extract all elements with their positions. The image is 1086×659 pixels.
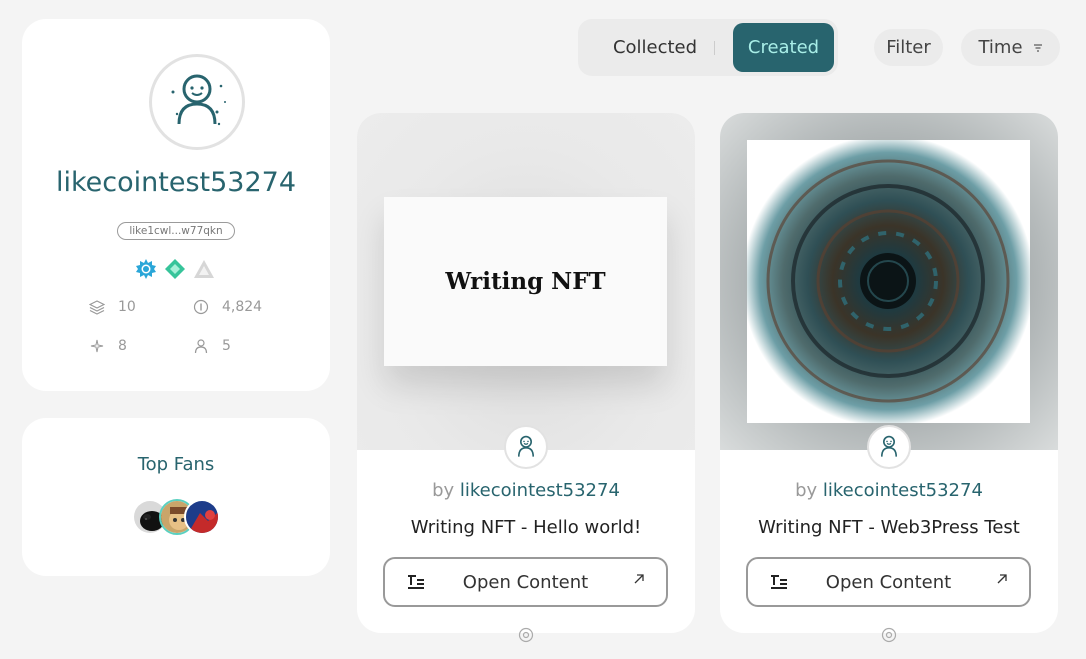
document-icon — [407, 573, 425, 595]
triangle-badge-icon[interactable] — [193, 258, 215, 280]
filter-label: Filter — [886, 37, 931, 58]
nft-artwork-image — [747, 140, 1030, 423]
nft-title: Writing NFT - Hello world! — [410, 517, 642, 538]
document-icon — [770, 573, 788, 595]
stat-collections-value: 10 — [118, 299, 136, 315]
profile-username: likecointest53274 — [55, 167, 296, 198]
owner-link[interactable]: likecointest53274 — [823, 480, 983, 501]
tab-divider — [714, 41, 715, 55]
coin-icon — [192, 298, 210, 316]
nft-by-line: by likecointest53274 — [720, 480, 1058, 501]
owner-link[interactable]: likecointest53274 — [460, 480, 620, 501]
sparkle-icon — [88, 337, 106, 355]
owner-avatar[interactable] — [867, 425, 911, 469]
sun-badge-icon[interactable] — [135, 258, 157, 280]
open-content-label: Open Content — [462, 571, 589, 593]
stat-value-amount: 4,824 — [222, 299, 263, 315]
top-fans-card: Top Fans — [22, 418, 330, 576]
nft-footer-icon — [518, 627, 534, 643]
stat-followers: 5 — [192, 337, 231, 355]
owner-avatar[interactable] — [504, 425, 548, 469]
nft-footer-icon — [881, 627, 897, 643]
diamond-badge-icon[interactable] — [164, 258, 186, 280]
stat-collections: 10 — [88, 298, 136, 316]
badge-row — [135, 258, 215, 280]
layers-icon — [88, 298, 106, 316]
by-prefix: by — [432, 480, 455, 501]
open-content-label: Open Content — [825, 571, 952, 593]
external-arrow-icon — [634, 572, 644, 588]
user-avatar-icon — [881, 435, 897, 457]
nft-card-1[interactable]: Writing NFT by likecointest53274 Writing… — [357, 113, 695, 633]
collection-tabs: Collected Created — [578, 19, 838, 76]
open-content-button[interactable]: Open Content — [383, 557, 668, 607]
person-icon — [192, 337, 210, 355]
time-sort-button[interactable]: Time — [961, 29, 1060, 66]
user-avatar-icon — [518, 435, 534, 457]
stat-value: 4,824 — [192, 298, 262, 316]
filter-button[interactable]: Filter — [874, 29, 943, 66]
sort-icon — [1033, 37, 1043, 58]
top-fans-title: Top Fans — [137, 454, 215, 475]
stat-stars: 8 — [88, 337, 127, 355]
wallet-address-pill[interactable]: like1cwl...w77qkn — [117, 222, 235, 240]
time-sort-label: Time — [978, 37, 1023, 58]
user-avatar-icon — [171, 74, 226, 126]
writing-nft-preview-text: Writing NFT — [384, 197, 667, 366]
open-content-button[interactable]: Open Content — [746, 557, 1031, 607]
nft-title: Writing NFT - Web3Press Test — [758, 517, 1020, 538]
nft-by-line: by likecointest53274 — [357, 480, 695, 501]
avatar[interactable] — [149, 54, 245, 150]
tab-created[interactable]: Created — [733, 23, 834, 72]
fan-avatar-3[interactable] — [184, 499, 220, 535]
profile-card: likecointest53274 like1cwl...w77qkn 10 4… — [22, 19, 330, 391]
stat-stars-value: 8 — [118, 338, 127, 354]
nft-preview[interactable]: Writing NFT — [357, 113, 695, 450]
nft-preview[interactable] — [720, 113, 1058, 450]
tab-collected[interactable]: Collected — [582, 23, 728, 72]
nft-card-2[interactable]: by likecointest53274 Writing NFT - Web3P… — [720, 113, 1058, 633]
external-arrow-icon — [997, 572, 1007, 588]
by-prefix: by — [795, 480, 818, 501]
stat-followers-value: 5 — [222, 338, 231, 354]
